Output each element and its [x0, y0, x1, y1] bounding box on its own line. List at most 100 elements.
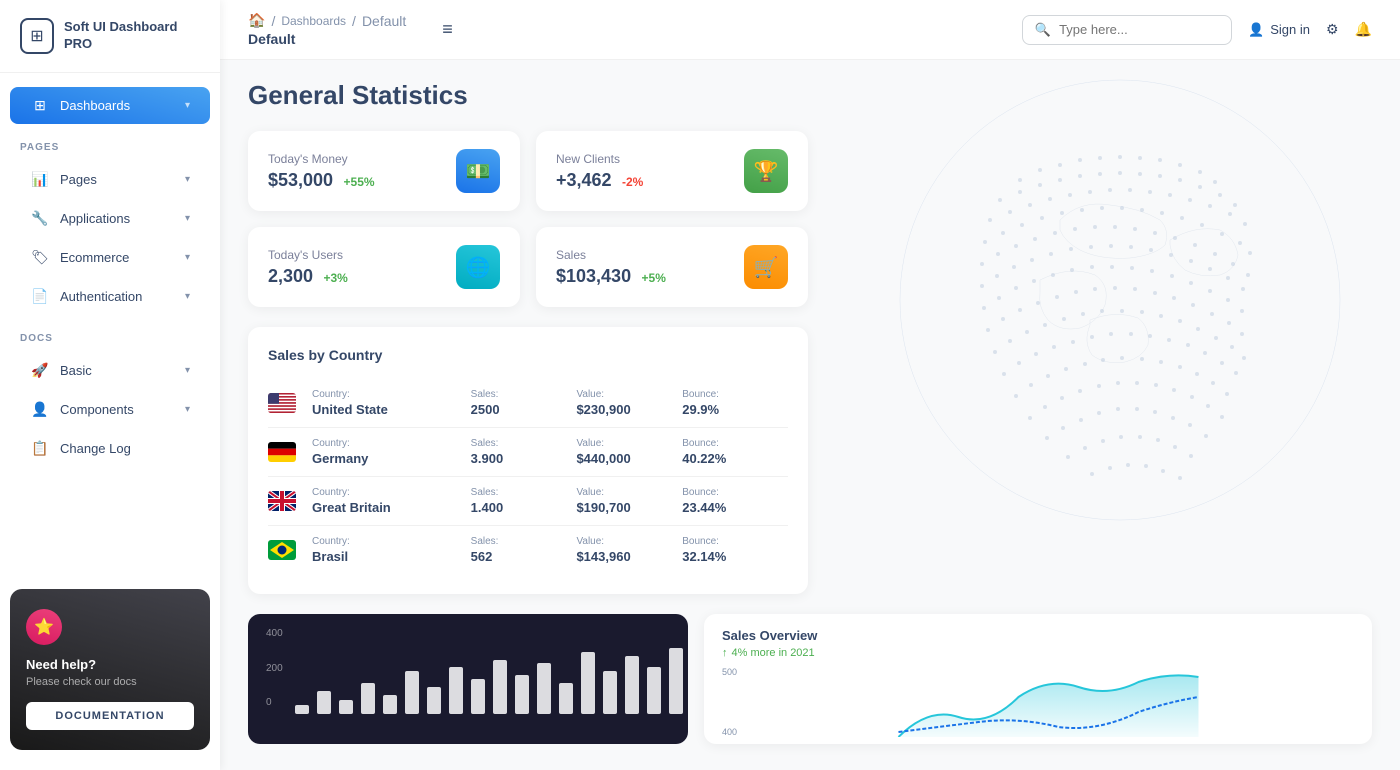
stat-card-sales: Sales $103,430 +5% 🛒 [536, 227, 808, 307]
sign-in-label: Sign in [1270, 22, 1310, 37]
sidebar-item-authentication[interactable]: 📄 Authentication ▾ [10, 278, 210, 315]
sidebar-item-components[interactable]: 👤 Components ▾ [10, 391, 210, 428]
user-icon: 👤 [1248, 22, 1264, 38]
flag-us [268, 393, 296, 413]
col-label: Value: [576, 389, 682, 400]
sidebar-item-label: Dashboards [60, 98, 130, 113]
bell-icon[interactable]: 🔔 [1355, 21, 1372, 38]
search-box[interactable]: 🔍 [1022, 15, 1232, 45]
sidebar-item-label: Pages [60, 172, 97, 187]
auth-icon: 📄 [30, 288, 50, 305]
breadcrumb-default: Default [362, 13, 406, 29]
sales-value: 3.900 [471, 451, 577, 466]
stat-change-sales: +5% [642, 271, 666, 285]
breadcrumb-separator: / [271, 13, 275, 29]
bar-chart-card: 400 200 0 [248, 614, 688, 744]
sidebar-item-ecommerce[interactable]: 🏷 Ecommerce ▾ [10, 239, 210, 276]
settings-icon[interactable]: ⚙ [1326, 21, 1339, 38]
help-star-icon: ⭐ [26, 609, 62, 645]
chart-bar [295, 705, 309, 714]
main-content: 🏠 / Dashboards / Default Default ≡ 🔍 👤 S… [220, 0, 1400, 770]
menu-icon[interactable]: ≡ [442, 19, 453, 40]
stat-change-users: +3% [324, 271, 348, 285]
stat-value-users: 2,300 [268, 266, 313, 286]
current-page-title: Default [248, 31, 406, 47]
sidebar-item-label: Change Log [60, 441, 131, 456]
sign-in-button[interactable]: 👤 Sign in [1248, 22, 1310, 38]
stat-icon-clients: 🏆 [744, 149, 788, 193]
flag-gb [268, 491, 296, 511]
col-label: Value: [576, 487, 682, 498]
chart-bar [361, 683, 375, 714]
components-icon: 👤 [30, 401, 50, 418]
sidebar-logo: ⊞ Soft UI Dashboard PRO [0, 0, 220, 73]
chart-bar [603, 671, 617, 714]
stat-card-money: Today's Money $53,000 +55% 💵 [248, 131, 520, 211]
chart-bar [625, 656, 639, 714]
value-value: $143,960 [576, 549, 682, 564]
table-row: Country: United State Sales: 2500 Value:… [268, 379, 788, 428]
home-icon: 🏠 [248, 12, 265, 29]
topbar-right: 🔍 👤 Sign in ⚙ 🔔 [1022, 15, 1372, 45]
globe-decoration [800, 60, 1400, 560]
chart-bar [405, 671, 419, 714]
pages-icon: 📊 [30, 171, 50, 188]
bounce-value: 32.14% [682, 549, 788, 564]
basic-icon: 🚀 [30, 362, 50, 379]
col-label: Value: [576, 438, 682, 449]
sales-by-country-card: Sales by Country Country: United State S… [248, 327, 808, 594]
sidebar-item-changelog[interactable]: 📋 Change Log [10, 430, 210, 467]
content-area: General Statistics Today's Money $53,000… [220, 60, 1400, 770]
country-name: United State [312, 402, 471, 417]
col-label: Bounce: [682, 536, 788, 547]
value-value: $230,900 [576, 402, 682, 417]
pages-section-label: PAGES [0, 126, 220, 159]
documentation-button[interactable]: DOCUMENTATION [26, 702, 194, 730]
bottom-charts: 400 200 0 Sales Overview ↑ 4% more in 20… [248, 614, 1372, 744]
sidebar-item-label: Applications [60, 211, 130, 226]
sales-overview-title: Sales Overview [722, 628, 1354, 643]
dashboards-icon: ⊞ [30, 97, 50, 114]
flag-br [268, 540, 296, 560]
col-label: Sales: [471, 487, 577, 498]
sidebar-item-pages[interactable]: 📊 Pages ▾ [10, 161, 210, 198]
logo-text: Soft UI Dashboard PRO [64, 19, 200, 53]
flag-de [268, 442, 296, 462]
chevron-down-icon: ▾ [185, 365, 190, 376]
y-label-200: 200 [266, 663, 283, 674]
bounce-value: 23.44% [682, 500, 788, 515]
logo-icon: ⊞ [20, 18, 54, 54]
country-name: Great Britain [312, 500, 471, 515]
trend-up-icon: ↑ [722, 647, 728, 659]
chart-bar [559, 683, 573, 714]
stat-label-clients: New Clients [556, 152, 643, 166]
col-label: Sales: [471, 536, 577, 547]
stat-card-users: Today's Users 2,300 +3% 🌐 [248, 227, 520, 307]
chart-bar [339, 700, 353, 714]
value-value: $190,700 [576, 500, 682, 515]
breadcrumb-separator2: / [352, 13, 356, 29]
table-row: Country: Germany Sales: 3.900 Value: $44… [268, 428, 788, 477]
col-label: Country: [312, 536, 471, 547]
col-label: Bounce: [682, 438, 788, 449]
table-row: Country: Brasil Sales: 562 Value: $143,9… [268, 526, 788, 574]
chevron-down-icon: ▾ [185, 291, 190, 302]
stat-label-money: Today's Money [268, 152, 375, 166]
chevron-down-icon: ▾ [185, 100, 190, 111]
sales-value: 1.400 [471, 500, 577, 515]
chart-bar [471, 679, 485, 714]
breadcrumb-dashboards[interactable]: Dashboards [281, 14, 346, 28]
sidebar-item-dashboards[interactable]: ⊞ Dashboards ▾ [10, 87, 210, 124]
stats-grid: Today's Money $53,000 +55% 💵 New Clients… [248, 131, 808, 307]
col-label: Sales: [471, 389, 577, 400]
y-400: 400 [722, 727, 737, 737]
applications-icon: 🔧 [30, 210, 50, 227]
col-label: Bounce: [682, 487, 788, 498]
topbar: 🏠 / Dashboards / Default Default ≡ 🔍 👤 S… [220, 0, 1400, 60]
col-label: Country: [312, 438, 471, 449]
chart-bar [581, 652, 595, 714]
search-input[interactable] [1059, 22, 1219, 37]
sidebar-item-applications[interactable]: 🔧 Applications ▾ [10, 200, 210, 237]
sidebar: ⊞ Soft UI Dashboard PRO ⊞ Dashboards ▾ P… [0, 0, 220, 770]
sidebar-item-basic[interactable]: 🚀 Basic ▾ [10, 352, 210, 389]
